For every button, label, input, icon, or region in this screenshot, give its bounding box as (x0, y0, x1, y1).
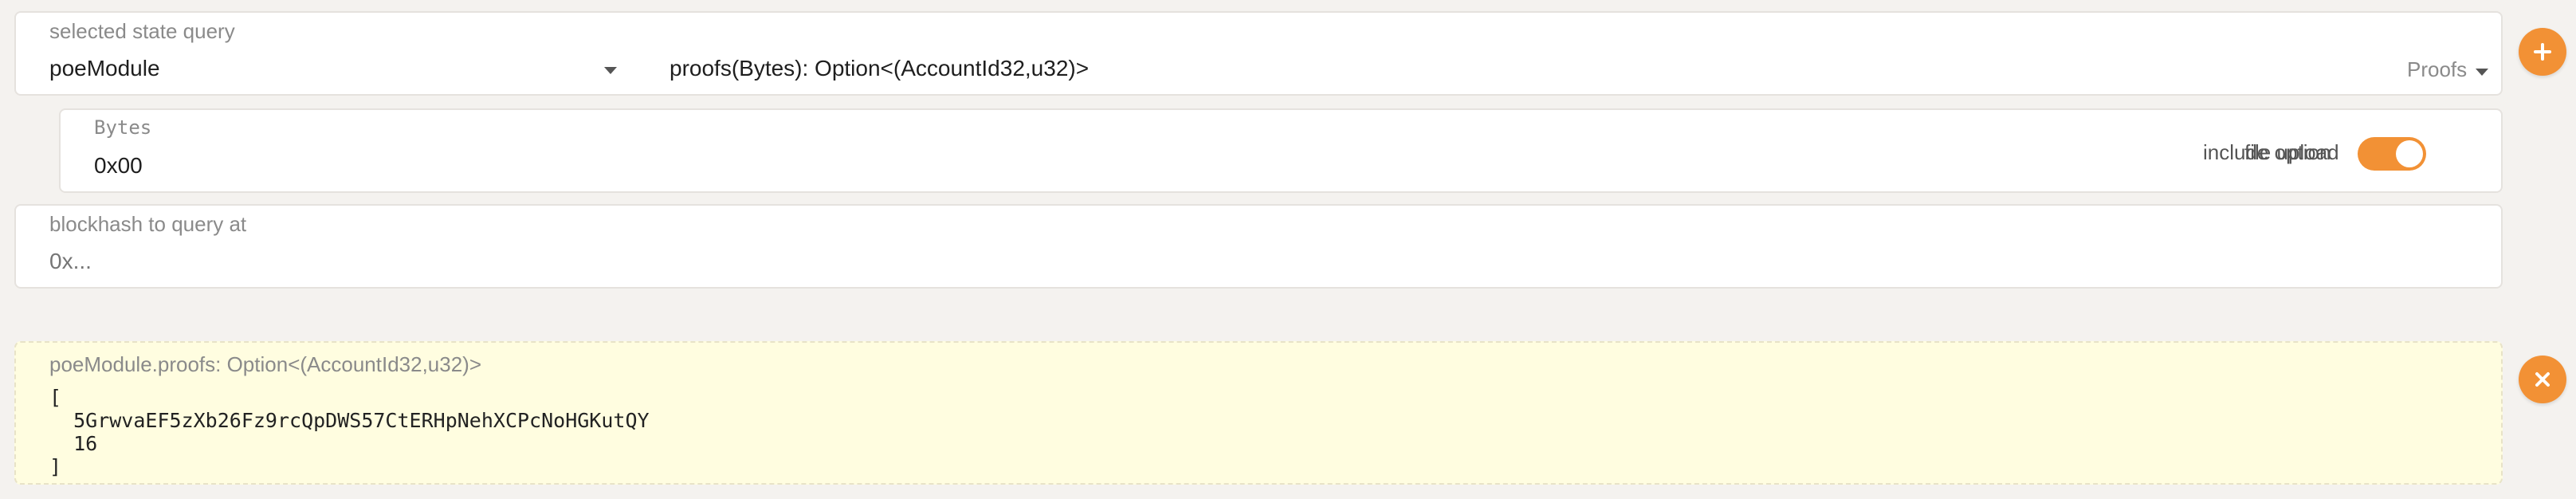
plus-icon (2534, 43, 2551, 61)
bytes-param-panel: Bytes include option file upload (59, 108, 2503, 193)
module-value: poeModule (49, 56, 160, 81)
state-query-panel: selected state query poeModule proofs(By… (14, 11, 2503, 96)
bytes-label: Bytes (94, 116, 152, 139)
query-result-panel: poeModule.proofs: Option<(AccountId32,u3… (14, 341, 2503, 485)
toggle-knob (2396, 140, 2423, 167)
close-icon (2535, 372, 2550, 387)
method-doc: Proofs (2407, 57, 2468, 81)
blockhash-label: blockhash to query at (49, 212, 247, 236)
result-output: [ 5GrwvaEF5zXb26Fz9rcQpDWS57CtERHpNehXCP… (49, 386, 650, 478)
result-title: poeModule.proofs: Option<(AccountId32,u3… (49, 352, 482, 376)
blockhash-panel: blockhash to query at (14, 204, 2503, 289)
method-value: proofs(Bytes): Option<(AccountId32,u32)> (670, 56, 1090, 81)
module-select[interactable]: poeModule (16, 53, 638, 92)
chevron-down-icon (2476, 69, 2488, 76)
state-query-label: selected state query (49, 19, 235, 43)
blockhash-input[interactable] (48, 244, 2442, 279)
close-result-button[interactable] (2519, 356, 2566, 403)
bytes-input[interactable] (92, 148, 2168, 183)
file-upload-label: file upload (2244, 140, 2339, 164)
add-query-button[interactable] (2519, 28, 2566, 76)
chevron-down-icon (604, 67, 617, 74)
include-option-toggle[interactable] (2358, 137, 2426, 171)
method-select[interactable]: proofs(Bytes): Option<(AccountId32,u32)>… (654, 53, 2495, 92)
